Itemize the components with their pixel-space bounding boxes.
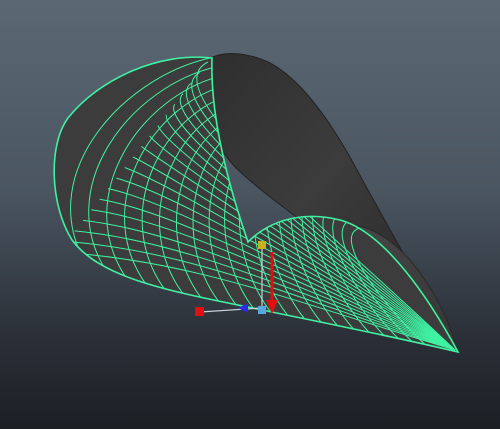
x-axis-handle-line[interactable] [199,307,263,313]
x-axis-handle[interactable] [195,307,204,316]
scene-canvas[interactable] [0,0,500,429]
center-handle[interactable] [258,306,266,314]
viewport-3d[interactable] [0,0,500,429]
pivot-handle[interactable] [258,241,266,249]
